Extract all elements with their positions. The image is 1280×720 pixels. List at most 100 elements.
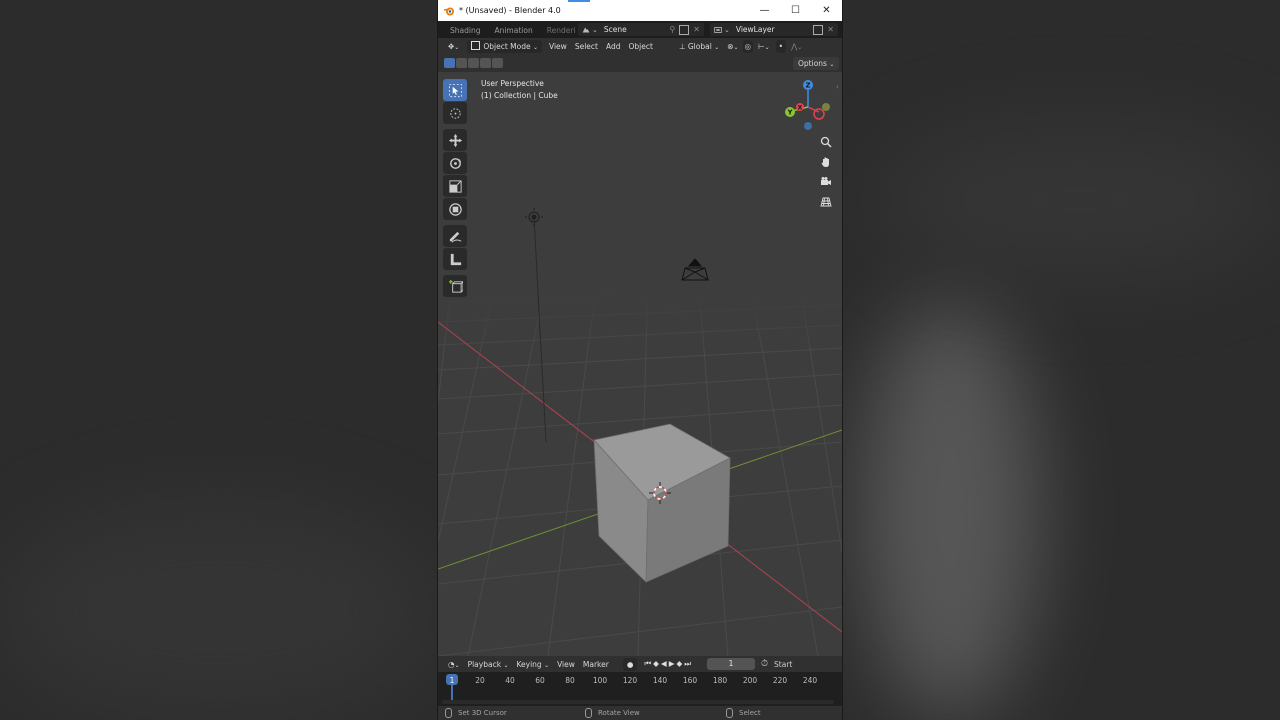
menu-playback[interactable]: Playback ⌄ bbox=[464, 658, 513, 671]
tool-cursor[interactable] bbox=[443, 102, 467, 124]
stopwatch-icon[interactable]: ⏱ bbox=[761, 659, 768, 669]
tab-animation[interactable]: Animation bbox=[487, 21, 539, 38]
menu-add[interactable]: Add bbox=[602, 40, 625, 53]
current-frame-field[interactable]: 1 bbox=[707, 658, 756, 670]
select-mode-set-button[interactable] bbox=[444, 58, 455, 68]
falloff-dropdown[interactable]: ⋀⌄ bbox=[789, 40, 804, 53]
sidebar-toggle-arrow-icon[interactable]: ‹ bbox=[836, 83, 839, 91]
scene-name: Scene bbox=[603, 25, 627, 34]
tab-shading[interactable]: Shading bbox=[438, 21, 487, 38]
background-blur-highlight bbox=[860, 300, 1040, 720]
orientation-label: Global bbox=[687, 42, 712, 51]
move-arrows-icon bbox=[448, 133, 462, 147]
menu-view[interactable]: View bbox=[545, 40, 571, 53]
play-reverse-icon[interactable]: ◀ bbox=[661, 659, 667, 669]
snap-target-dropdown[interactable]: ⊢⌄ bbox=[756, 40, 772, 53]
keying-label: Keying bbox=[516, 659, 542, 669]
snap-toggle[interactable]: ◎ bbox=[742, 40, 754, 53]
tool-scale[interactable] bbox=[443, 175, 467, 197]
object-mode-icon bbox=[471, 41, 481, 50]
tool-add-cube[interactable] bbox=[443, 275, 467, 297]
frame-tick: 40 bbox=[505, 676, 515, 685]
new-scene-icon[interactable] bbox=[679, 24, 690, 35]
mode-label: Object Mode bbox=[483, 42, 531, 51]
collection-info: (1) Collection | Cube bbox=[481, 91, 558, 100]
gizmo-neg-y-axis[interactable] bbox=[822, 103, 830, 111]
options-dropdown[interactable]: Options ⌄ bbox=[793, 57, 840, 70]
frame-tick: 80 bbox=[565, 676, 575, 685]
prev-keyframe-icon[interactable]: ◆ bbox=[653, 659, 659, 669]
menu-object[interactable]: Object bbox=[624, 40, 656, 53]
mouse-right-icon bbox=[726, 708, 733, 718]
timeline-editor-type-button[interactable]: ◔⌄ bbox=[444, 658, 464, 671]
select-mode-invert-button[interactable] bbox=[480, 58, 491, 68]
view-layer-selector[interactable]: ⌄ ViewLayer ✕ bbox=[710, 23, 838, 36]
tool-annotate[interactable] bbox=[443, 225, 467, 247]
status-hint-left: Set 3D Cursor bbox=[445, 708, 507, 718]
minimize-button[interactable]: — bbox=[749, 0, 780, 21]
tool-measure[interactable] bbox=[443, 248, 467, 270]
maximize-button[interactable]: ☐ bbox=[780, 0, 811, 21]
auto-keying-toggle[interactable]: ● bbox=[622, 657, 638, 671]
tool-select-box[interactable] bbox=[443, 79, 467, 101]
tool-move[interactable] bbox=[443, 129, 467, 151]
selection-mode-buttons bbox=[444, 58, 503, 68]
close-button[interactable]: ✕ bbox=[811, 0, 842, 21]
tool-transform[interactable] bbox=[443, 198, 467, 220]
pan-view-button[interactable] bbox=[817, 153, 835, 171]
frame-tick: 160 bbox=[682, 676, 698, 685]
camera-view-button[interactable] bbox=[817, 173, 835, 191]
mouse-left-icon bbox=[445, 708, 452, 718]
new-view-layer-icon[interactable] bbox=[813, 24, 824, 35]
tool-rotate[interactable] bbox=[443, 152, 467, 174]
frame-tick: 140 bbox=[652, 676, 668, 685]
jump-end-icon[interactable]: ⏭ bbox=[684, 659, 691, 669]
status-hint-middle: Rotate View bbox=[585, 708, 640, 718]
select-mode-extend-button[interactable] bbox=[456, 58, 467, 68]
frame-tick: 120 bbox=[622, 676, 638, 685]
pin-scene-icon[interactable]: ⚲ bbox=[669, 25, 675, 34]
scene-selector[interactable]: ⌄ Scene ⚲ ✕ bbox=[578, 23, 704, 36]
select-mode-subtract-button[interactable] bbox=[468, 58, 479, 68]
start-frame-label[interactable]: Start bbox=[774, 660, 792, 669]
rotate-icon bbox=[449, 157, 461, 169]
toggle-perspective-button[interactable] bbox=[817, 193, 835, 211]
menu-keying[interactable]: Keying ⌄ bbox=[512, 658, 553, 671]
pivot-point-dropdown[interactable]: ⊗⌄ bbox=[723, 40, 742, 53]
menu-timeline-view[interactable]: View bbox=[553, 658, 579, 671]
pencil-icon bbox=[449, 231, 461, 242]
menu-select[interactable]: Select bbox=[571, 40, 602, 53]
remove-view-layer-icon[interactable]: ✕ bbox=[827, 25, 834, 34]
mouse-middle-icon bbox=[585, 708, 592, 718]
frame-tick: 200 bbox=[742, 676, 758, 685]
editor-type-button[interactable]: ✥⌄ bbox=[444, 40, 463, 53]
proportional-editing-toggle[interactable]: • bbox=[775, 40, 787, 53]
grid-perspective-icon bbox=[820, 197, 832, 207]
transform-icon bbox=[448, 202, 462, 216]
mode-dropdown[interactable]: Object Mode ⌄ bbox=[467, 40, 542, 53]
jump-start-icon[interactable]: ⏮ bbox=[644, 659, 651, 669]
view-name: User Perspective bbox=[481, 79, 544, 88]
play-icon[interactable]: ▶ bbox=[669, 659, 675, 669]
navigation-gizmo[interactable]: Z Y X bbox=[781, 78, 835, 132]
status-bar: Set 3D Cursor Rotate View Select bbox=[438, 706, 842, 720]
viewport-scene bbox=[438, 208, 842, 656]
tab-rendering[interactable]: Rendering bbox=[540, 21, 575, 38]
gizmo-neg-x-axis[interactable] bbox=[813, 108, 825, 120]
gizmo-neg-z-axis[interactable] bbox=[804, 122, 812, 130]
timeline-scrollbar[interactable] bbox=[442, 700, 834, 704]
transform-orientation-dropdown[interactable]: ⊥ Global ⌄ bbox=[675, 40, 723, 53]
cube[interactable] bbox=[593, 423, 731, 583]
timeline-frames[interactable]: 1 20 40 60 80 100 120 140 160 180 200 22… bbox=[438, 672, 842, 706]
frame-tick: 60 bbox=[535, 676, 545, 685]
3d-viewport[interactable]: User Perspective (1) Collection | Cube Z… bbox=[438, 72, 842, 656]
select-mode-intersect-button[interactable] bbox=[492, 58, 503, 68]
timeline-header: ◔⌄ Playback ⌄ Keying ⌄ View Marker ● ⏮ ◆… bbox=[438, 656, 842, 672]
horizon-fade bbox=[438, 262, 842, 352]
zoom-view-button[interactable] bbox=[817, 133, 835, 151]
remove-scene-icon[interactable]: ✕ bbox=[693, 25, 700, 34]
menu-marker[interactable]: Marker bbox=[579, 658, 613, 671]
next-keyframe-icon[interactable]: ◆ bbox=[676, 659, 682, 669]
gizmo-z-label: Z bbox=[805, 82, 810, 90]
title-bar: * (Unsaved) - Blender 4.0 — ☐ ✕ bbox=[438, 0, 842, 21]
